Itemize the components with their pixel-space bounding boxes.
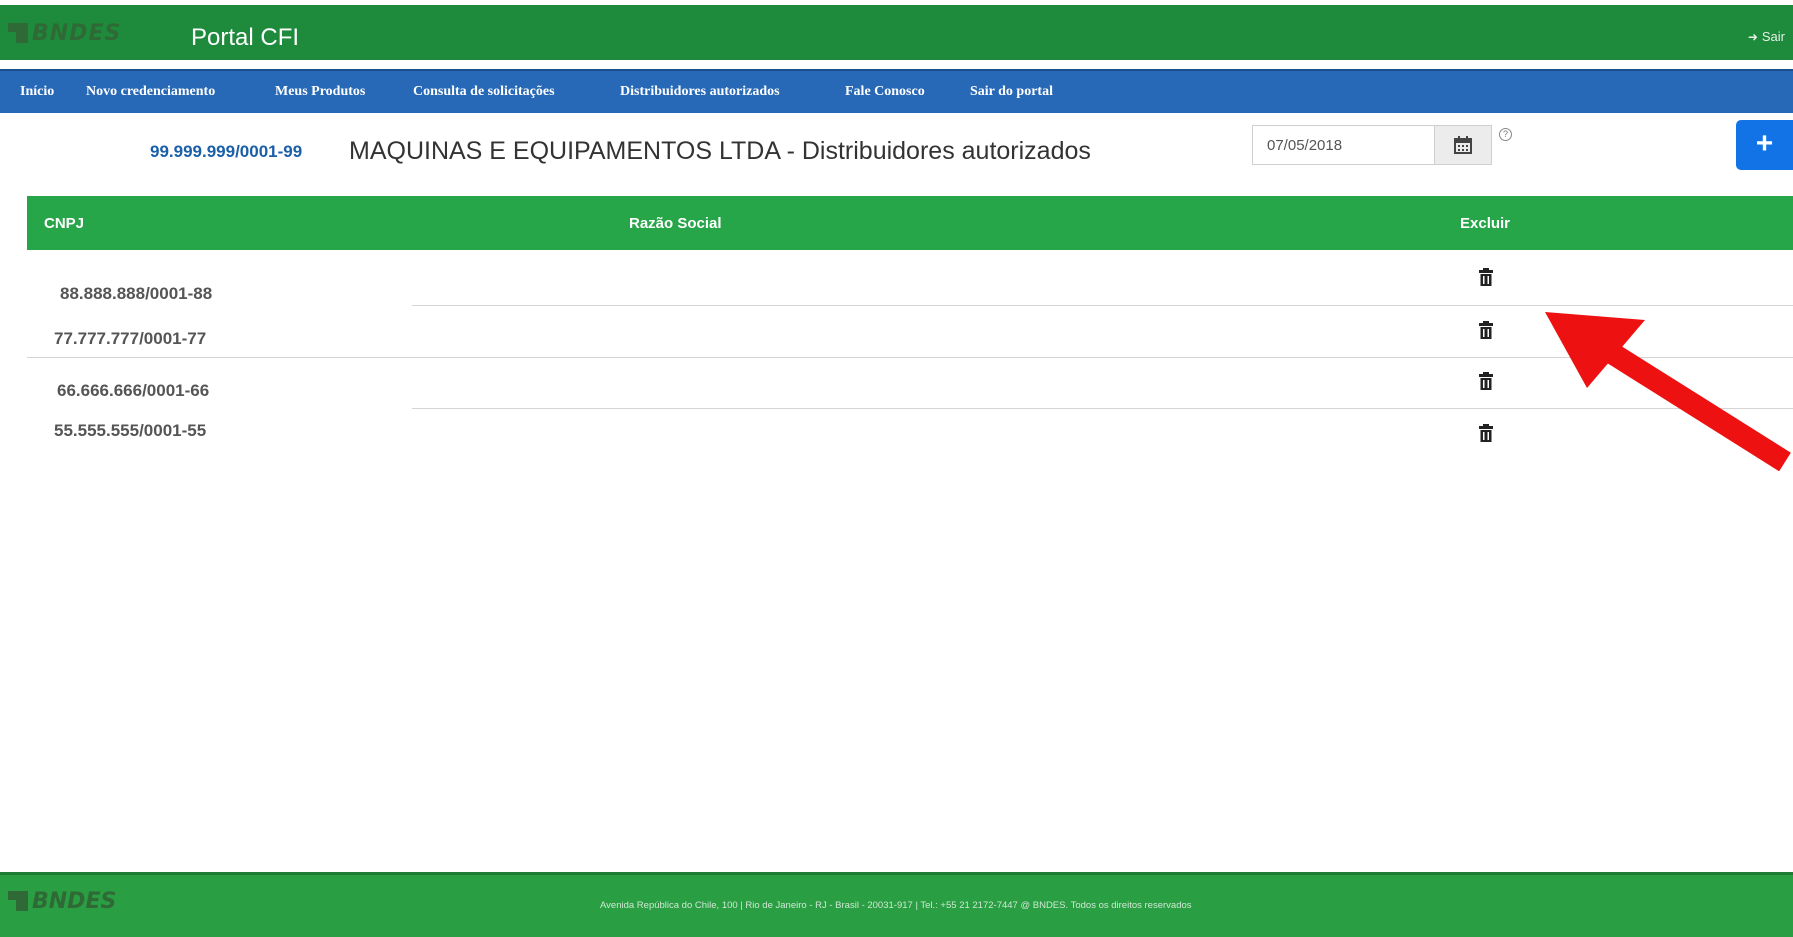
- trash-icon[interactable]: [1479, 424, 1493, 442]
- table-row-cnpj: 55.555.555/0001-55: [54, 421, 207, 440]
- footer-logo-text: BNDES: [32, 889, 117, 914]
- table-row-cnpj: 66.666.666/0001-66: [57, 381, 210, 400]
- sign-out-icon: ➜: [1747, 30, 1758, 44]
- logout-link[interactable]: ➜ Sair: [1748, 29, 1785, 44]
- nav-item-sair-portal[interactable]: Sair do portal: [970, 84, 1053, 100]
- column-header-excluir: Excluir: [1460, 215, 1511, 232]
- nav-item-novo-credenciamento[interactable]: Novo credenciamento: [86, 84, 215, 100]
- table-row-cnpj: 88.888.888/0001-88: [60, 284, 213, 303]
- column-header-razao-social: Razão Social: [629, 215, 722, 232]
- footer-bndes-logo: BNDES: [8, 889, 116, 914]
- company-cnpj: 99.999.999/0001-99: [150, 142, 303, 161]
- top-header: BNDES Portal CFI ➜ Sair: [0, 5, 1793, 60]
- trash-icon[interactable]: [1479, 321, 1493, 339]
- calendar-button[interactable]: [1434, 125, 1492, 165]
- logout-label: Sair: [1761, 29, 1785, 44]
- column-header-cnpj: CNPJ: [44, 215, 85, 232]
- calendar-icon: [1454, 136, 1472, 154]
- bndes-logo-text: BNDES: [32, 21, 122, 46]
- add-distributor-button[interactable]: +: [1736, 120, 1793, 170]
- nav-item-consulta-solicitacoes[interactable]: Consulta de solicitações: [413, 84, 555, 100]
- main-nav: Início Novo credenciamento Meus Produtos…: [0, 69, 1793, 113]
- bndes-logo[interactable]: BNDES: [8, 22, 121, 46]
- trash-icon[interactable]: [1479, 268, 1493, 286]
- table-header: CNPJ Razão Social Excluir: [27, 196, 1793, 250]
- row-divider: [27, 357, 1793, 358]
- annotation-arrow: [1545, 312, 1791, 472]
- date-field[interactable]: [1252, 125, 1434, 165]
- footer-logo-mark: [8, 891, 28, 911]
- nav-item-meus-produtos[interactable]: Meus Produtos: [275, 84, 365, 100]
- row-divider: [412, 305, 1793, 306]
- nav-item-fale-conosco[interactable]: Fale Conosco: [845, 84, 925, 100]
- bndes-logo-mark: [8, 23, 28, 43]
- nav-item-distribuidores-autorizados[interactable]: Distribuidores autorizados: [620, 84, 780, 100]
- help-icon[interactable]: ?: [1499, 128, 1512, 141]
- page-title: MAQUINAS E EQUIPAMENTOS LTDA - Distribui…: [349, 137, 1091, 165]
- app-title: Portal CFI: [191, 24, 300, 51]
- nav-item-inicio[interactable]: Início: [20, 84, 54, 100]
- table-row-cnpj: 77.777.777/0001-77: [54, 329, 207, 348]
- footer: BNDES Avenida República do Chile, 100 | …: [0, 872, 1793, 937]
- trash-icon[interactable]: [1479, 372, 1493, 390]
- footer-address: Avenida República do Chile, 100 | Rio de…: [600, 900, 1192, 911]
